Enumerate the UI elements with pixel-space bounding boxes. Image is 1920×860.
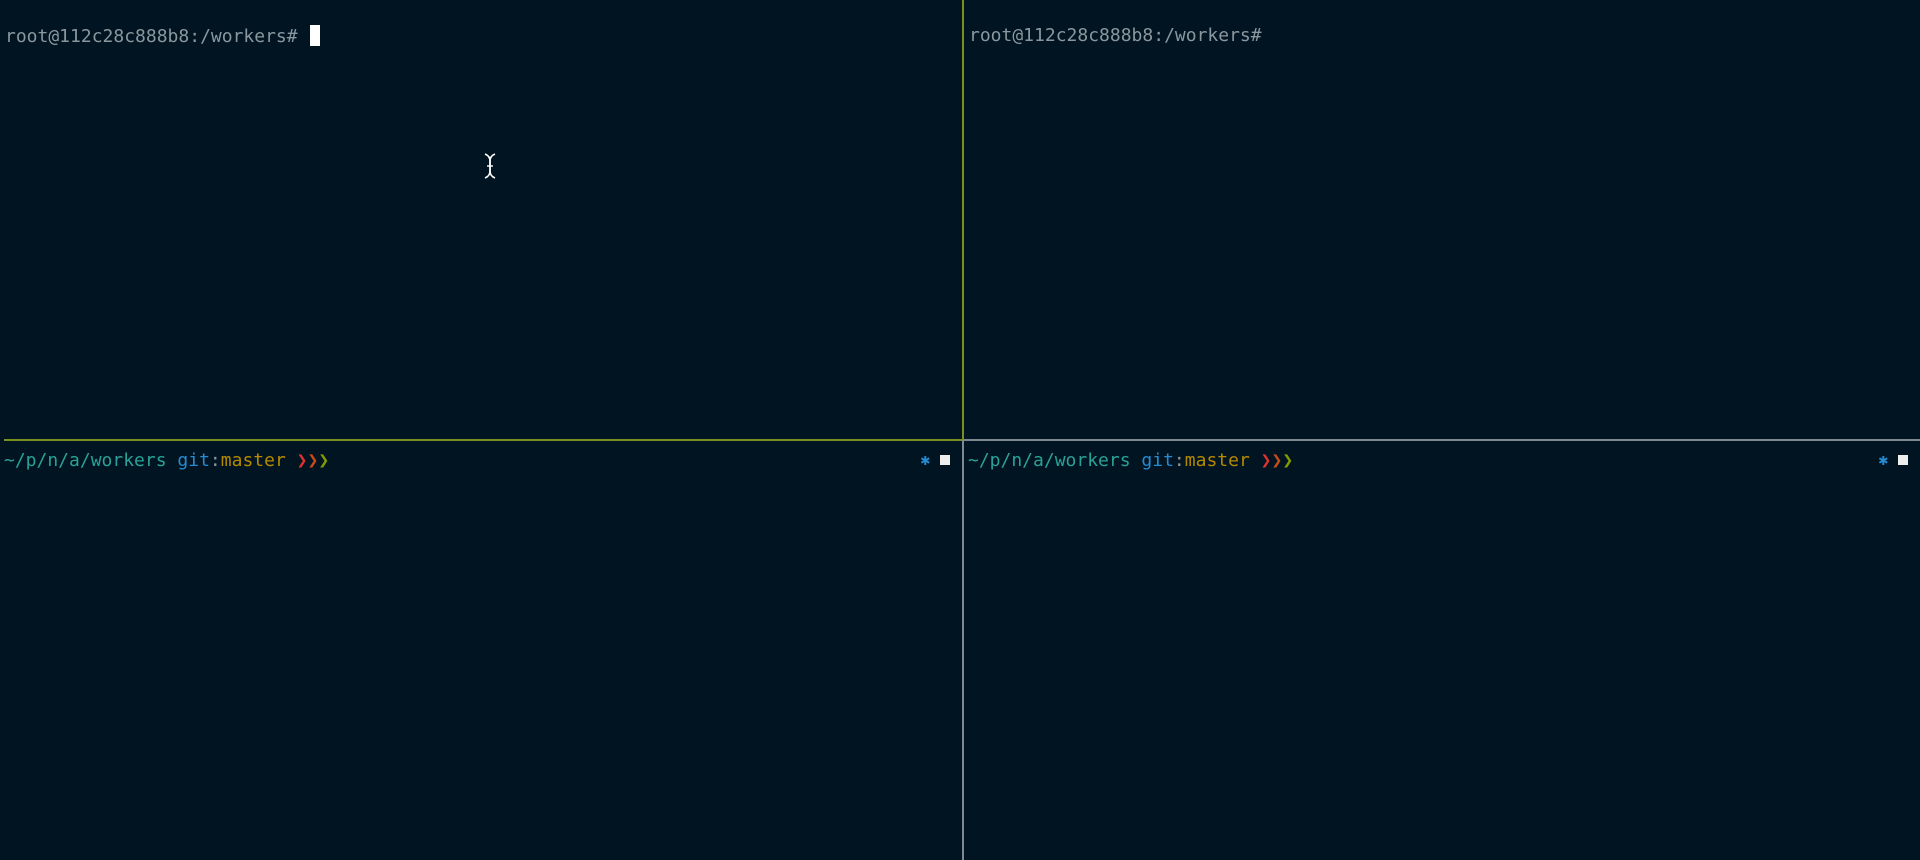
gear-star-icon: ✱ [920, 450, 930, 469]
horizontal-split-divider-right[interactable] [964, 439, 1920, 441]
cwd-path: ~/p/n/a/workers [4, 450, 167, 471]
horizontal-split-divider-left[interactable] [4, 439, 962, 441]
terminal-pane-top-right[interactable]: root@112c28c888b8:/workers# [964, 0, 1920, 439]
git-label: git [1141, 450, 1174, 471]
gear-star-icon: ✱ [1878, 450, 1888, 469]
prompt-arrow-1: ❯ [1260, 450, 1272, 471]
prompt-status-icons: ✱ [1878, 452, 1908, 468]
vertical-split-divider-top[interactable] [962, 0, 964, 440]
zsh-prompt-line: ~/p/n/a/workers git:master ❯❯❯ [4, 450, 329, 472]
prompt-arrow-1: ❯ [296, 450, 308, 471]
prompt-arrow-2: ❯ [1271, 450, 1283, 471]
text-cursor [310, 25, 321, 46]
shell-prompt: root@112c28c888b8:/workers# [5, 26, 309, 47]
ibeam-cursor-icon [484, 153, 496, 179]
git-branch: master [220, 450, 286, 471]
prompt-arrow-2: ❯ [307, 450, 319, 471]
terminal-pane-top-left[interactable]: root@112c28c888b8:/workers# [0, 0, 962, 439]
shell-prompt-line: root@112c28c888b8:/workers# [5, 25, 321, 48]
shell-prompt-line: root@112c28c888b8:/workers# [969, 25, 1262, 47]
prompt-status-icons: ✱ [920, 452, 950, 468]
git-branch: master [1184, 450, 1250, 471]
square-icon [1898, 455, 1908, 465]
shell-prompt: root@112c28c888b8:/workers# [969, 25, 1262, 46]
git-separator: : [1173, 450, 1185, 471]
git-separator: : [209, 450, 221, 471]
terminal-pane-bottom-right[interactable]: ~/p/n/a/workers git:master ❯❯❯ ✱ [964, 441, 1920, 860]
terminal-pane-bottom-left[interactable]: ~/p/n/a/workers git:master ❯❯❯ ✱ [0, 441, 962, 860]
prompt-arrow-3: ❯ [1282, 450, 1294, 471]
cwd-path: ~/p/n/a/workers [968, 450, 1131, 471]
prompt-arrow-3: ❯ [318, 450, 330, 471]
zsh-prompt-line: ~/p/n/a/workers git:master ❯❯❯ [968, 450, 1293, 472]
git-label: git [177, 450, 210, 471]
square-icon [940, 455, 950, 465]
vertical-split-divider-bottom[interactable] [962, 440, 964, 860]
